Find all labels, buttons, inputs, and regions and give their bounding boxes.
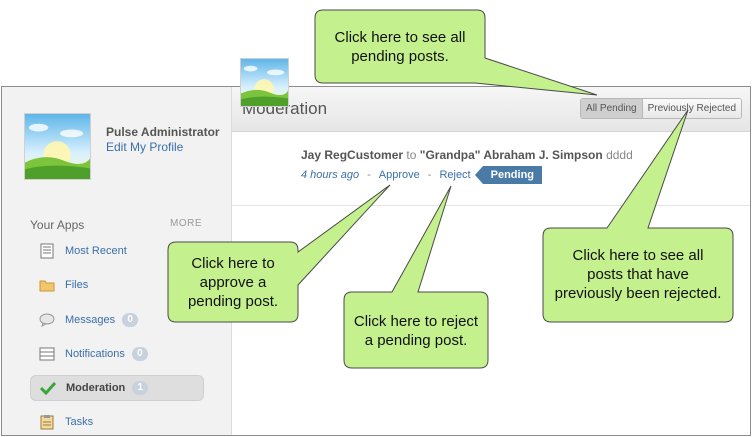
sidebar-item-label: Tasks (65, 416, 94, 428)
profile-avatar[interactable] (24, 113, 91, 180)
post-to-word: to (406, 148, 417, 162)
callout-reject-text: Click here to reject a pending post. (353, 313, 479, 349)
separator: - (427, 169, 432, 181)
document-icon (38, 242, 56, 260)
pending-status-badge: Pending (474, 166, 543, 184)
main-header: Moderation All Pending Previously Reject… (232, 87, 750, 132)
callout-rejected-text: Click here to see all posts that have pr… (554, 247, 722, 302)
notifications-list-icon (38, 345, 56, 363)
speech-bubble-icon (38, 311, 56, 329)
sidebar-item-label: Moderation (66, 382, 126, 394)
separator: - (367, 169, 371, 181)
folder-icon (38, 276, 56, 294)
moderation-post-row: Jay RegCustomer to "Grandpa" Abraham J. … (232, 131, 750, 206)
callout-all-pending-text: Click here to see all pending posts. (334, 29, 466, 65)
post-author[interactable]: Jay RegCustomer (301, 148, 403, 162)
reject-link[interactable]: Reject (439, 169, 470, 181)
landscape-avatar-image (241, 59, 288, 106)
filter-toggle-group: All Pending Previously Rejected (580, 98, 742, 119)
edit-profile-link[interactable]: Edit My Profile (106, 140, 183, 154)
post-meta: 4 hours ago - Approve - Reject Pending (301, 166, 543, 184)
messages-count-badge: 0 (122, 313, 139, 327)
sidebar-item-label: Most Recent (65, 245, 127, 257)
moderation-count-badge: 1 (132, 381, 149, 395)
sidebar-item-moderation[interactable]: Moderation 1 (30, 375, 204, 401)
sidebar-item-label: Files (65, 279, 89, 291)
notifications-count-badge: 0 (131, 347, 148, 361)
callout-approve-text: Click here to approve a pending post. (187, 255, 279, 310)
post-summary: Jay RegCustomer to "Grandpa" Abraham J. … (301, 148, 633, 162)
approve-link[interactable]: Approve (379, 169, 420, 181)
post-recipient[interactable]: "Grandpa" Abraham J. Simpson (420, 148, 603, 162)
sidebar-item-label: Messages (65, 314, 116, 326)
apps-more-link[interactable]: MORE (170, 218, 202, 229)
apps-section-title: Your Apps (30, 218, 85, 232)
sidebar-item-label: Notifications (65, 348, 125, 360)
sidebar-item-notifications[interactable]: Notifications 0 (30, 341, 204, 367)
post-text: dddd (606, 148, 633, 162)
previously-rejected-button[interactable]: Previously Rejected (642, 99, 741, 118)
profile-name: Pulse Administrator (106, 125, 220, 139)
clipboard-icon (38, 413, 56, 431)
post-author-avatar[interactable] (240, 58, 289, 107)
landscape-avatar-image (25, 114, 90, 179)
sidebar-item-tasks[interactable]: Tasks (30, 409, 204, 435)
post-timestamp[interactable]: 4 hours ago (301, 169, 359, 181)
checkmark-icon (39, 379, 57, 397)
all-pending-button[interactable]: All Pending (581, 99, 643, 118)
